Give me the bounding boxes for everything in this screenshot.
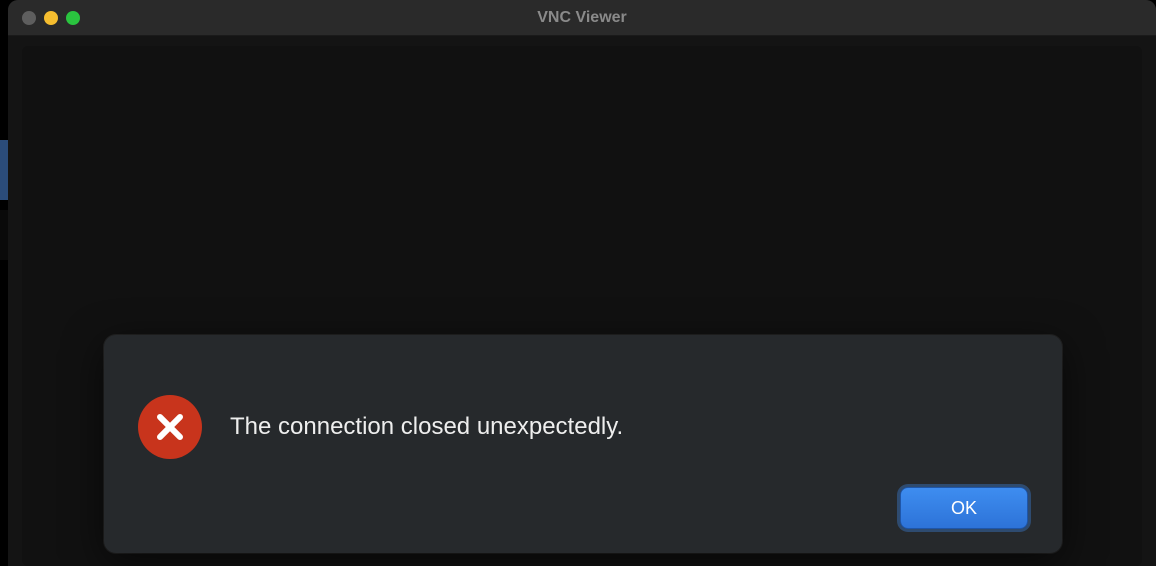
titlebar: VNC Viewer xyxy=(8,0,1156,36)
dialog-message: The connection closed unexpectedly. xyxy=(230,413,623,441)
x-icon xyxy=(153,410,187,444)
dialog-body: The connection closed unexpectedly. xyxy=(138,367,1028,487)
dialog-footer: OK xyxy=(138,487,1028,529)
minimize-window-button[interactable] xyxy=(44,11,58,25)
background-edge xyxy=(0,210,8,260)
ok-button[interactable]: OK xyxy=(900,487,1028,529)
error-dialog: The connection closed unexpectedly. OK xyxy=(104,335,1062,553)
background-edge xyxy=(0,140,8,200)
maximize-window-button[interactable] xyxy=(66,11,80,25)
close-window-button[interactable] xyxy=(22,11,36,25)
window-title: VNC Viewer xyxy=(8,9,1156,27)
error-icon xyxy=(138,395,202,459)
window-controls xyxy=(8,11,80,25)
